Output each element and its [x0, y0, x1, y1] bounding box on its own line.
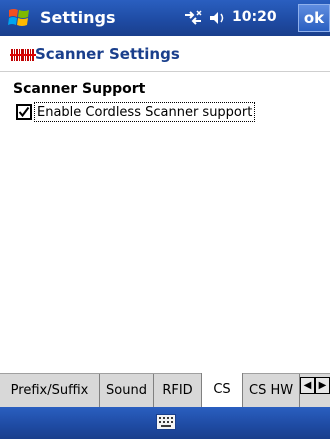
- window-title: Settings: [40, 8, 116, 27]
- connectivity-icon[interactable]: [183, 9, 203, 27]
- section-heading: Scanner Support: [13, 81, 146, 97]
- keyboard-icon[interactable]: [156, 414, 176, 430]
- tab-prefix-suffix[interactable]: Prefix/Suffix: [0, 374, 100, 408]
- cordless-scanner-checkbox-label[interactable]: Enable Cordless Scanner support: [34, 102, 256, 122]
- checkmark-icon: [18, 106, 30, 118]
- tab-sound[interactable]: Sound: [100, 374, 154, 408]
- scanner-barcode-icon: [10, 48, 36, 62]
- page-title: Scanner Settings: [35, 45, 180, 63]
- windows-logo-icon[interactable]: [6, 5, 32, 31]
- tab-bar: Prefix/Suffix Sound RFID CS CS HW: [0, 373, 330, 408]
- tab-cs[interactable]: CS: [201, 373, 243, 408]
- cordless-scanner-checkbox[interactable]: [16, 104, 32, 120]
- tab-scroll-right-icon[interactable]: ▶: [315, 377, 330, 394]
- title-bar: Settings 10:20 ok: [0, 0, 330, 36]
- tab-rfid[interactable]: RFID: [154, 374, 202, 408]
- ok-button[interactable]: ok: [298, 4, 330, 32]
- volume-icon[interactable]: [208, 10, 228, 26]
- clock[interactable]: 10:20: [232, 9, 277, 25]
- tab-scroll-left-icon[interactable]: ◀: [300, 377, 315, 394]
- tab-cs-hw[interactable]: CS HW: [243, 374, 300, 408]
